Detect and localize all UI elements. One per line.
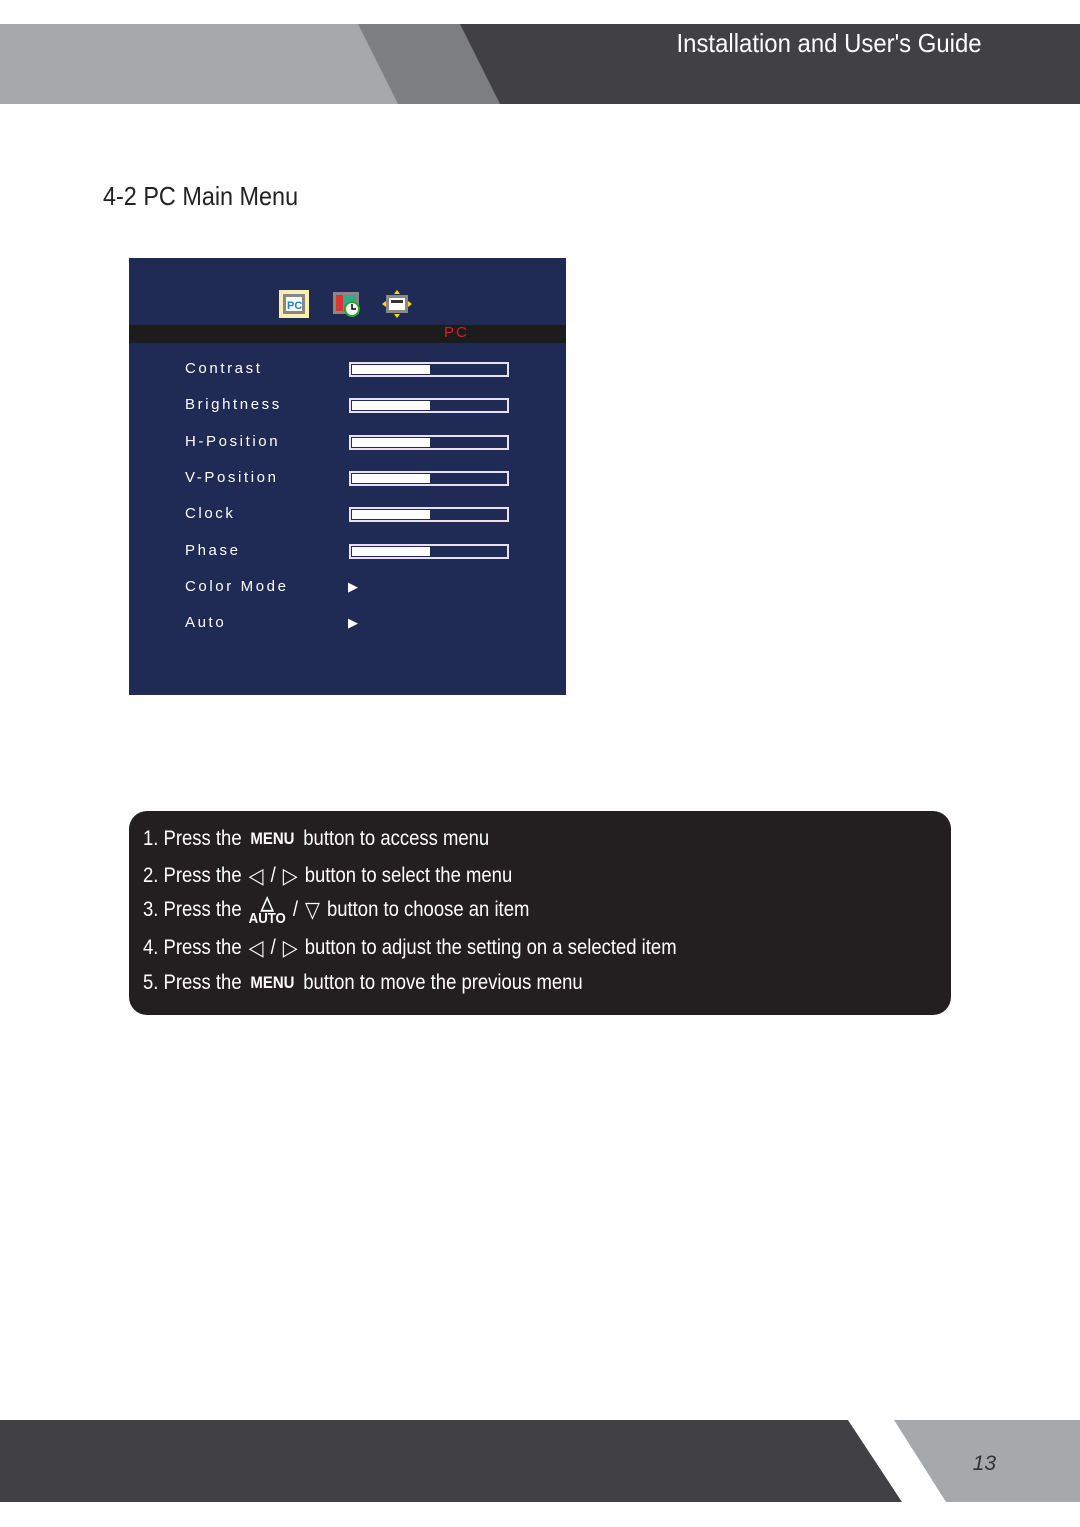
section-title: 4-2 PC Main Menu [103, 181, 299, 211]
osd-item-label[interactable]: Brightness [185, 396, 282, 413]
osd-slider[interactable] [349, 543, 509, 559]
instruction-4: 4. Press the ◁ / ▷ button to adjust the … [143, 935, 677, 961]
osd-menu: PC PC Contrast Brightness H-Position V-Posi… [129, 258, 566, 695]
osd-item-label[interactable]: Phase [185, 542, 241, 559]
menu-key-icon: MENU [250, 829, 295, 848]
instruction-2: 2. Press the ◁ / ▷ button to select the … [143, 863, 512, 889]
submenu-arrow-icon[interactable]: ▶ [348, 579, 358, 595]
osd-item-label[interactable]: Auto [185, 614, 226, 631]
pc-icon[interactable]: PC [279, 290, 309, 318]
osd-slider[interactable] [349, 434, 509, 450]
instruction-text: button to select the menu [304, 864, 513, 887]
page-number: 13 [972, 1452, 996, 1475]
instructions-box: 1. Press the MENU button to access menu … [129, 811, 951, 1015]
slider-fill [352, 365, 430, 374]
osd-slider[interactable] [349, 398, 509, 414]
down-arrow-icon: ▽ [305, 897, 320, 923]
position-icon[interactable] [382, 290, 412, 318]
up-auto-key-icon: △ AUTO [248, 893, 286, 928]
slash: / [292, 898, 299, 922]
osd-slider[interactable] [349, 507, 509, 523]
slider-fill [352, 437, 430, 447]
menu-key-icon: MENU [250, 973, 295, 992]
slash: / [270, 864, 276, 887]
auto-key-label: AUTO [248, 910, 286, 928]
instruction-text: button to move the previous menu [303, 971, 583, 994]
instruction-text: button to adjust the setting on a select… [304, 936, 677, 959]
instruction-text: button to access menu [303, 827, 490, 850]
osd-item-label[interactable]: H-Position [185, 433, 280, 450]
submenu-arrow-icon[interactable]: ▶ [348, 615, 358, 631]
left-arrow-icon: ◁ [248, 863, 264, 888]
instruction-text: button to choose an item [326, 898, 530, 922]
osd-item-label[interactable]: Color Mode [185, 578, 289, 595]
instruction-1: 1. Press the MENU button to access menu [143, 827, 489, 851]
instruction-5: 5. Press the MENU button to move the pre… [143, 971, 583, 995]
instruction-prefix: 5. Press the [143, 971, 242, 994]
slash: / [270, 936, 276, 959]
slider-fill [352, 401, 430, 411]
slider-fill [352, 510, 430, 520]
osd-tab-pc[interactable]: PC [444, 324, 469, 341]
osd-slider[interactable] [349, 362, 509, 377]
instruction-prefix: 2. Press the [143, 864, 242, 887]
clock-icon[interactable] [332, 290, 362, 318]
instruction-prefix: 4. Press the [143, 936, 242, 959]
instruction-prefix: 3. Press the [143, 898, 242, 922]
right-arrow-icon: ▷ [282, 935, 298, 960]
instruction-prefix: 1. Press the [143, 827, 242, 850]
right-arrow-icon: ▷ [282, 863, 298, 888]
footer-band [0, 1420, 1080, 1502]
left-arrow-icon: ◁ [248, 935, 264, 960]
osd-item-label[interactable]: Contrast [185, 360, 263, 377]
svg-text:PC: PC [287, 300, 302, 312]
osd-tab-bar: PC [129, 324, 566, 343]
osd-item-label[interactable]: Clock [185, 505, 236, 522]
instruction-3: 3. Press the △ AUTO / ▽ button to choose … [143, 893, 530, 928]
slider-fill [352, 546, 430, 556]
osd-item-label[interactable]: V-Position [185, 469, 279, 486]
osd-slider[interactable] [349, 470, 509, 486]
slider-fill [352, 473, 430, 483]
header-title: Installation and User's Guide [676, 28, 982, 58]
